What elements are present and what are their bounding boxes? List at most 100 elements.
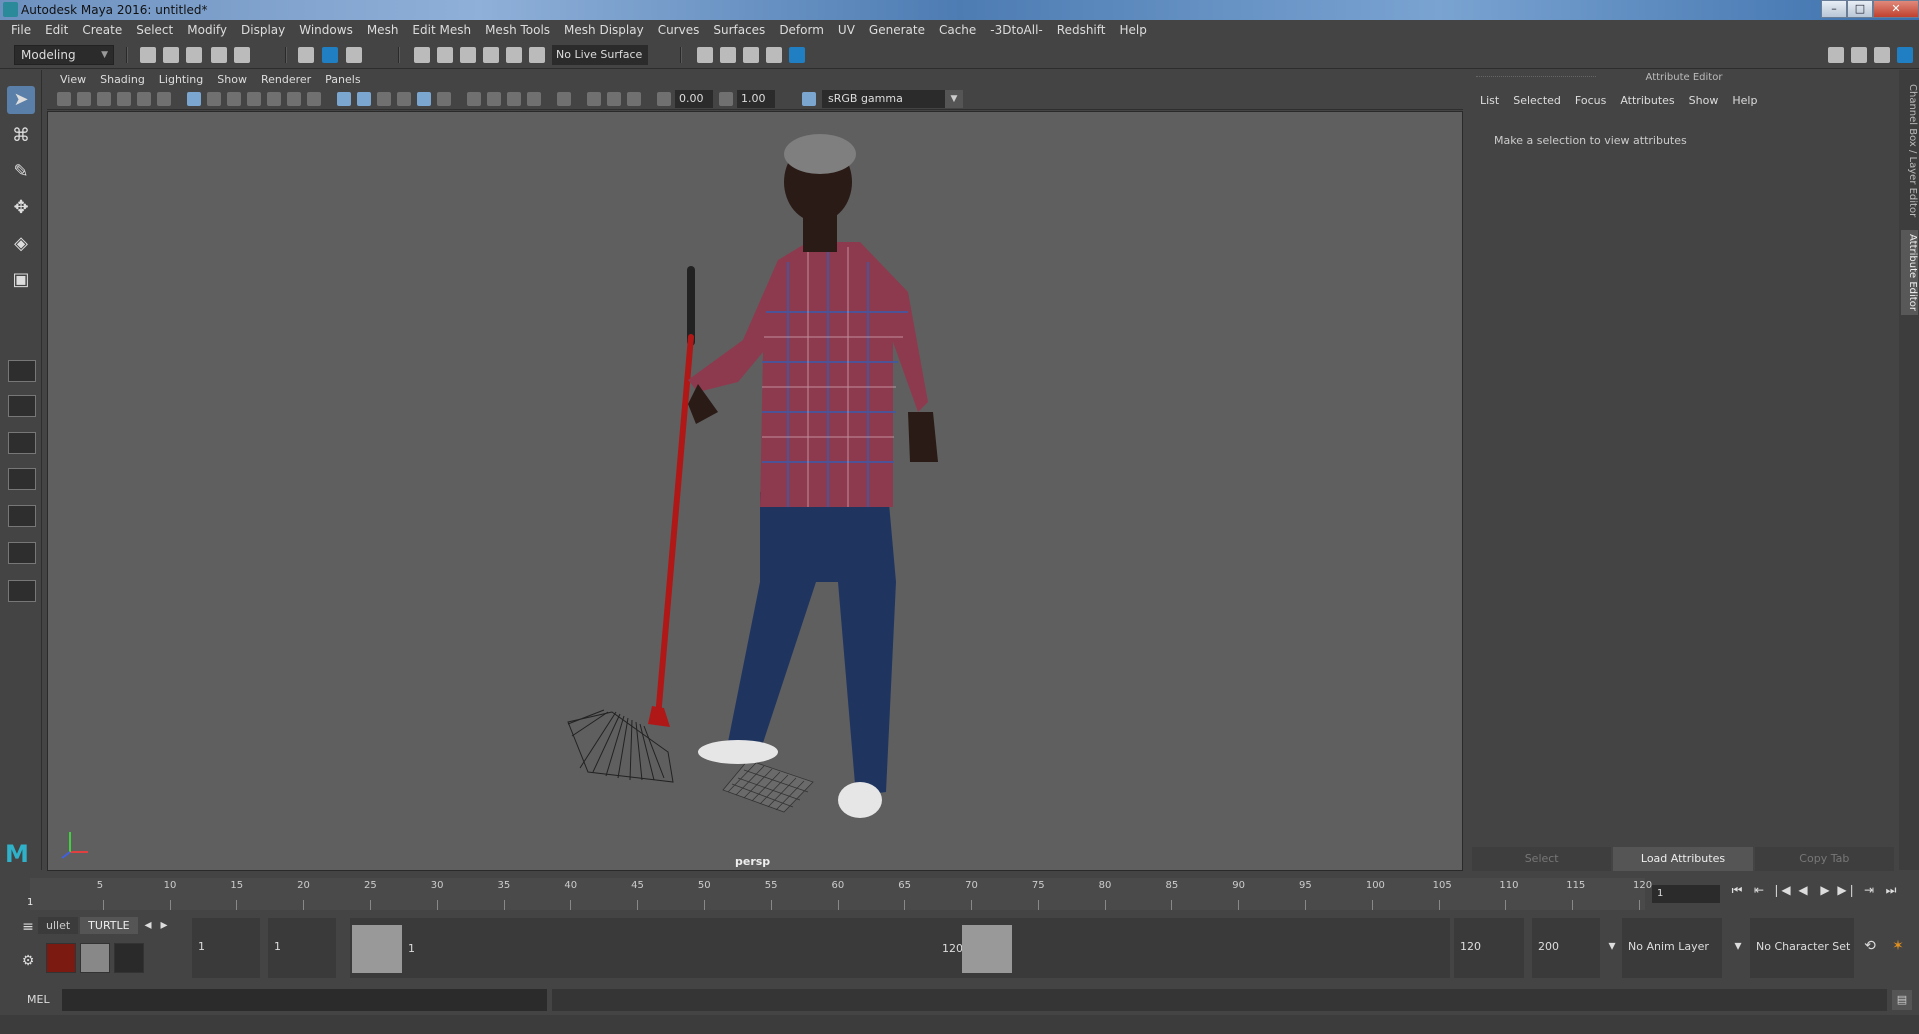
menu-edit-mesh[interactable]: Edit Mesh <box>405 20 478 41</box>
viewport-menu-shading[interactable]: Shading <box>93 73 152 86</box>
minimize-button[interactable]: – <box>1821 0 1847 18</box>
motion-blur-icon[interactable] <box>507 92 521 106</box>
play-forwards-icon[interactable]: ▶ <box>1814 883 1836 898</box>
menu-mesh[interactable]: Mesh <box>360 20 406 41</box>
turtle-render-icon[interactable] <box>46 943 76 973</box>
playback-end-field[interactable]: 120 <box>1454 918 1524 978</box>
shelf-settings-icon[interactable]: ⚙ <box>18 953 38 973</box>
rotate-tool-icon[interactable]: ◈ <box>7 230 35 258</box>
menu-curves[interactable]: Curves <box>651 20 707 41</box>
hypershade-layout-icon[interactable] <box>8 542 36 564</box>
shelf-tab-turtle[interactable]: TURTLE <box>80 917 138 934</box>
shelf-tab-bullet[interactable]: ullet <box>38 917 79 934</box>
camera-attributes-icon[interactable] <box>77 92 91 106</box>
menu-mesh-tools[interactable]: Mesh Tools <box>478 20 557 41</box>
menu-deform[interactable]: Deform <box>772 20 831 41</box>
anti-aliasing-icon[interactable] <box>527 92 541 106</box>
snap-grid-icon[interactable] <box>414 47 430 63</box>
snap-surface-icon[interactable] <box>506 47 522 63</box>
single-pane-layout-icon[interactable] <box>8 360 36 382</box>
playback-start-field[interactable]: 1 <box>268 918 336 978</box>
viewport-persp[interactable]: persp <box>47 111 1463 871</box>
step-back-frame-icon[interactable]: ❘◀ <box>1770 883 1792 898</box>
default-material-icon[interactable] <box>377 92 391 106</box>
viewport-menu-show[interactable]: Show <box>210 73 254 86</box>
mel-command-input[interactable] <box>62 989 547 1011</box>
snap-curve-icon[interactable] <box>437 47 453 63</box>
shelf-menu-icon[interactable]: ≡ <box>18 919 38 939</box>
channel-box-icon[interactable] <box>1897 47 1913 63</box>
image-plane-icon[interactable] <box>117 92 131 106</box>
smooth-shade-icon[interactable] <box>357 92 371 106</box>
gate-mask-icon[interactable] <box>247 92 261 106</box>
menu-3dtoall[interactable]: -3DtoAll- <box>983 20 1049 41</box>
redo-icon[interactable] <box>234 47 250 63</box>
color-space-select[interactable]: sRGB gamma <box>822 90 962 108</box>
attr-menu-help[interactable]: Help <box>1728 94 1767 107</box>
four-pane-layout-icon[interactable] <box>8 395 36 417</box>
film-gate-icon[interactable] <box>207 92 221 106</box>
select-button[interactable]: Select <box>1472 847 1612 871</box>
chevron-down-icon[interactable]: ▾ <box>1602 938 1622 958</box>
copy-tab-button[interactable]: Copy Tab <box>1754 847 1894 871</box>
snap-pivot-icon[interactable] <box>529 47 545 63</box>
menu-edit[interactable]: Edit <box>38 20 75 41</box>
chevron-down-icon[interactable]: ▾ <box>1728 938 1748 958</box>
isolate-select-icon[interactable] <box>557 92 571 106</box>
menu-windows[interactable]: Windows <box>292 20 360 41</box>
hypershade-icon[interactable] <box>789 47 805 63</box>
tab-attribute-editor[interactable]: Attribute Editor <box>1901 230 1918 315</box>
menu-file[interactable]: File <box>4 20 38 41</box>
lasso-tool-icon[interactable]: ⌘ <box>7 122 35 150</box>
layout-options-icon[interactable] <box>8 580 36 602</box>
range-end-handle[interactable] <box>962 925 1012 973</box>
auto-key-icon[interactable]: ⟲ <box>1860 938 1880 958</box>
outliner-layout-icon[interactable] <box>8 468 36 490</box>
viewport-menu-view[interactable]: View <box>53 73 93 86</box>
script-editor-icon[interactable]: ▤ <box>1892 990 1912 1010</box>
gamma-field[interactable]: 1.00 <box>737 90 775 108</box>
viewport-menu-panels[interactable]: Panels <box>318 73 367 86</box>
textured-icon[interactable] <box>417 92 431 106</box>
paint-select-icon[interactable]: ✎ <box>7 158 35 186</box>
animation-start-field[interactable]: 1 <box>192 918 260 978</box>
menu-help[interactable]: Help <box>1112 20 1153 41</box>
select-component-icon[interactable] <box>346 47 362 63</box>
step-forward-frame-icon[interactable]: ▶❘ <box>1836 883 1858 898</box>
grease-pencil-icon[interactable] <box>157 92 171 106</box>
playback-range-slider[interactable]: 1 120 <box>350 918 1450 978</box>
exposure-icon[interactable] <box>657 92 671 106</box>
animation-preferences-icon[interactable]: ✶ <box>1888 938 1908 958</box>
menu-generate[interactable]: Generate <box>862 20 932 41</box>
shelf-scroll-right-icon[interactable]: ▸ <box>154 917 174 937</box>
render-view-icon[interactable] <box>766 47 782 63</box>
bookmark-icon[interactable] <box>97 92 111 106</box>
two-pane-layout-icon[interactable] <box>8 432 36 454</box>
use-lights-icon[interactable] <box>437 92 451 106</box>
live-surface-field[interactable]: No Live Surface <box>552 45 648 65</box>
play-backwards-icon[interactable]: ◀ <box>1792 883 1814 898</box>
load-attributes-button[interactable]: Load Attributes <box>1613 847 1753 871</box>
menu-modify[interactable]: Modify <box>180 20 234 41</box>
menu-cache[interactable]: Cache <box>932 20 983 41</box>
move-tool-icon[interactable]: ✥ <box>7 194 35 222</box>
xray-components-icon[interactable] <box>627 92 641 106</box>
wireframe-on-shaded-icon[interactable] <box>397 92 411 106</box>
camera-icon[interactable] <box>57 92 71 106</box>
modeling-toolkit-icon[interactable] <box>1828 47 1844 63</box>
menu-redshift[interactable]: Redshift <box>1050 20 1113 41</box>
step-back-key-icon[interactable]: ⇤ <box>1748 883 1770 898</box>
snap-view-icon[interactable] <box>483 47 499 63</box>
field-chart-icon[interactable] <box>267 92 281 106</box>
menu-select[interactable]: Select <box>129 20 180 41</box>
attr-menu-list[interactable]: List <box>1476 94 1509 107</box>
select-tool-icon[interactable]: ➤ <box>7 86 35 114</box>
snap-point-icon[interactable] <box>460 47 476 63</box>
select-object-icon[interactable] <box>322 47 338 63</box>
chevron-down-icon[interactable]: ▼ <box>945 90 963 108</box>
turtle-sphere-icon[interactable] <box>114 943 144 973</box>
go-to-start-icon[interactable]: ⏮ <box>1726 883 1748 898</box>
ambient-occlusion-icon[interactable] <box>487 92 501 106</box>
save-scene-icon[interactable] <box>186 47 202 63</box>
viewport-menu-renderer[interactable]: Renderer <box>254 73 318 86</box>
